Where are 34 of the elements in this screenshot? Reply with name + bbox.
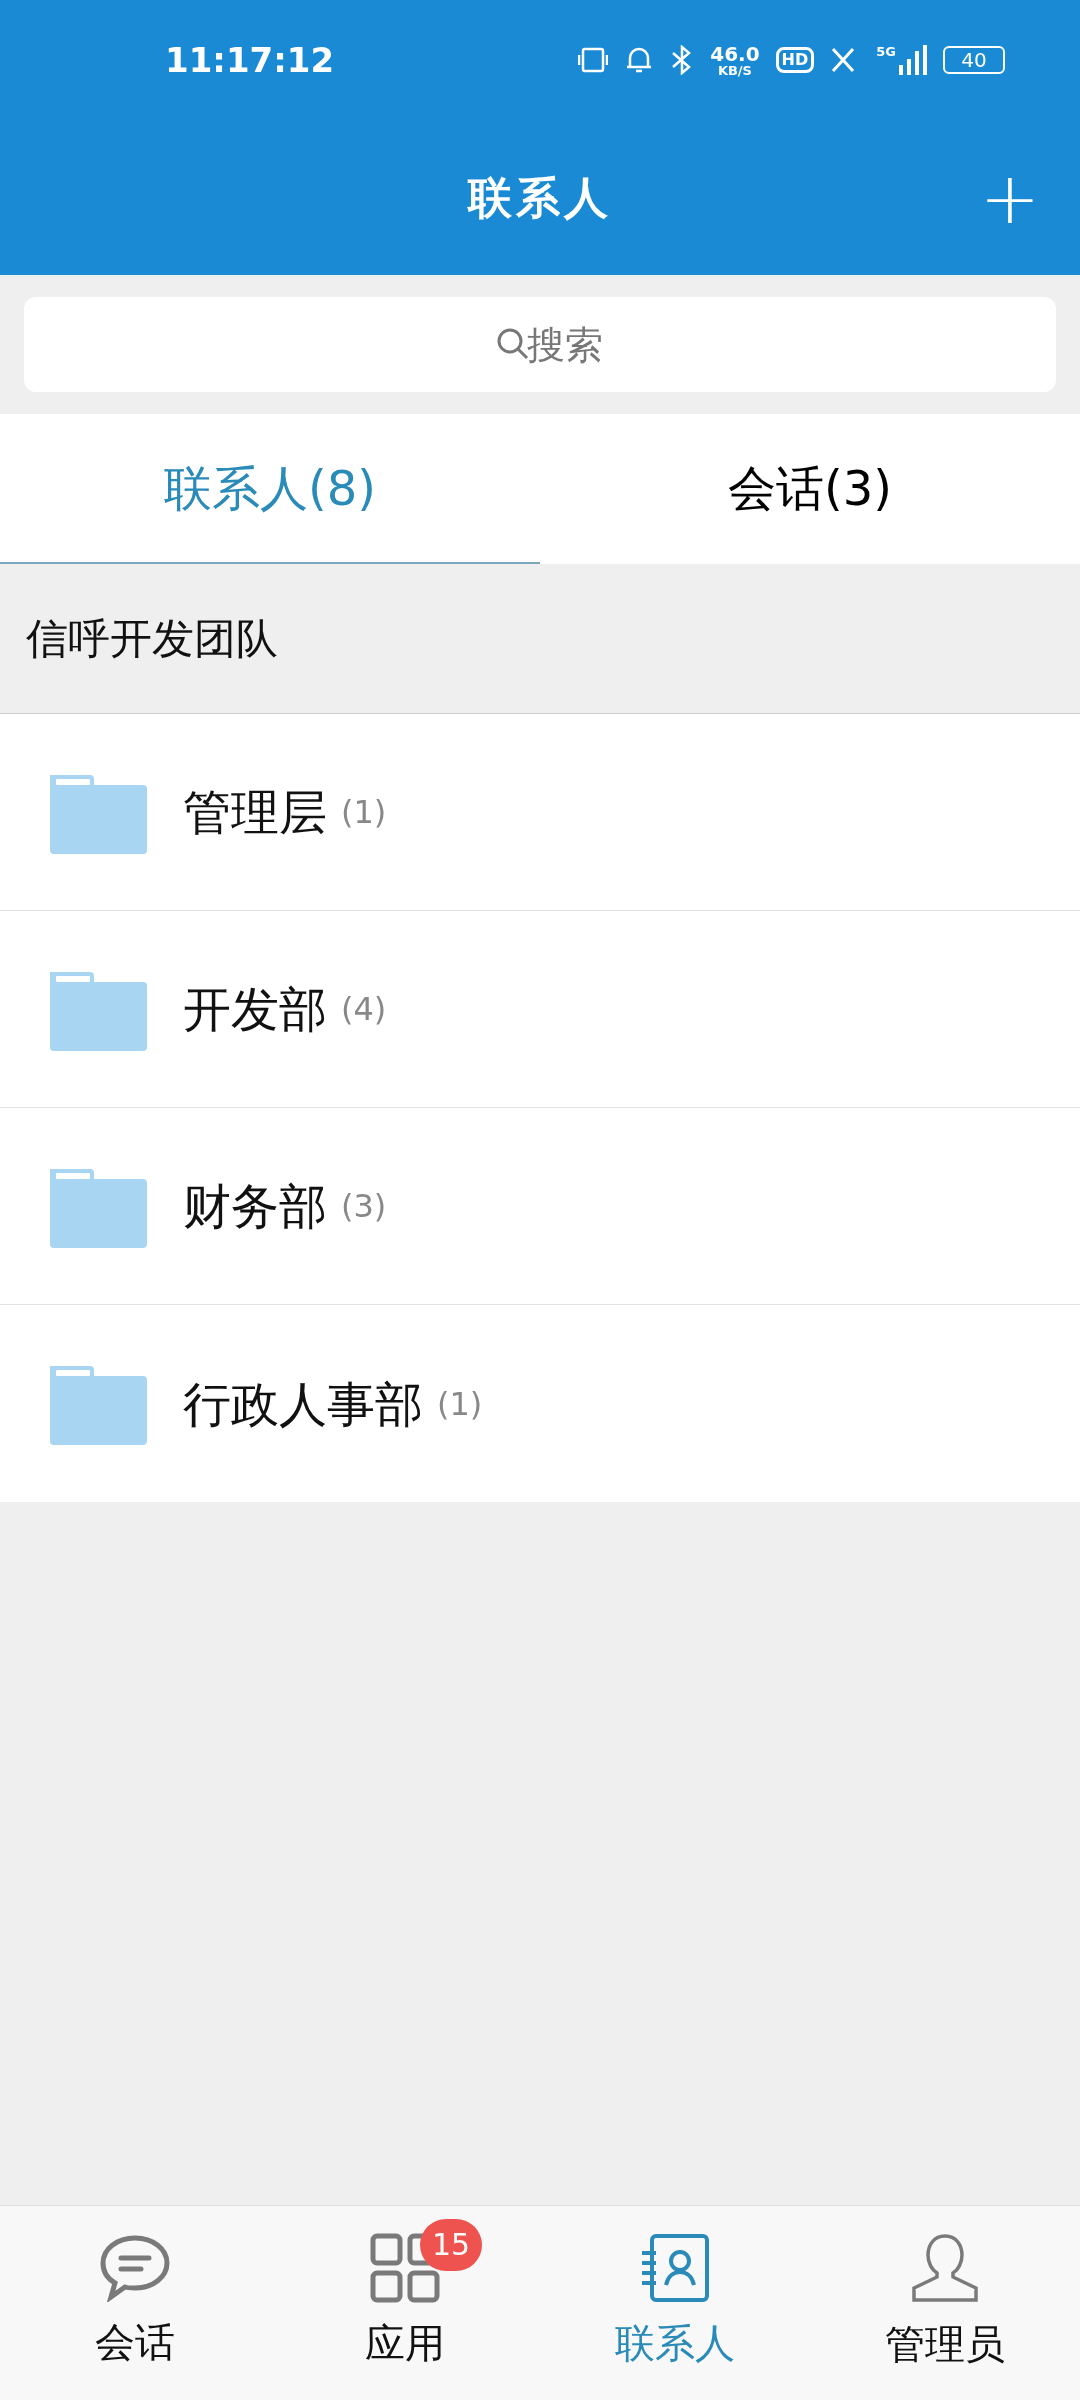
clock-text: 11:17:12 — [165, 38, 335, 82]
folder-row[interactable]: 开发部 (4) — [0, 911, 1080, 1108]
member-count: (1) — [341, 792, 387, 833]
folder-row[interactable]: 管理层 (1) — [0, 714, 1080, 911]
member-count: (4) — [341, 989, 387, 1030]
net-unit-text: KB/S — [717, 63, 752, 77]
tab[interactable]: 联系人(8) — [0, 414, 540, 564]
nav-tab[interactable]: 联系人 — [540, 2206, 810, 2400]
signal-icon — [899, 45, 927, 75]
battery-indicator: 40 — [943, 46, 1005, 74]
add-button[interactable]: + — [979, 161, 1040, 234]
search-field[interactable]: 搜索 — [24, 297, 1056, 392]
group-title: 信呼开发团队 — [26, 613, 278, 665]
nav-tab[interactable]: 会话 — [0, 2206, 270, 2400]
tab[interactable]: 会话(3) — [540, 414, 1080, 564]
net-speed-text: 46.0 — [710, 43, 760, 64]
contact-book-icon — [640, 2233, 710, 2303]
network-type-text: 5G — [876, 45, 896, 58]
vibrate-icon — [578, 46, 609, 74]
folder-name: 开发部 — [183, 980, 327, 1039]
folder-row[interactable]: 财务部 (3) — [0, 1108, 1080, 1305]
person-icon — [909, 2232, 981, 2304]
chat-bubble-icon — [99, 2234, 171, 2302]
member-count: (1) — [437, 1383, 483, 1425]
folder-row[interactable]: 行政人事部 (1) — [0, 1305, 1080, 1502]
folder-name: 行政人事部 — [183, 1374, 423, 1434]
folder-name: 管理层 — [183, 783, 327, 842]
page-title: 联系人 — [468, 170, 612, 225]
nav-tab[interactable]: 管理员 — [810, 2206, 1080, 2400]
nav-tab[interactable]: 15 应用 — [270, 2206, 540, 2400]
hd-badge: HD — [775, 47, 815, 73]
folder-name: 财务部 — [183, 1177, 327, 1236]
count-badge: 15 — [420, 2219, 483, 2271]
member-count: (3) — [341, 1186, 387, 1227]
